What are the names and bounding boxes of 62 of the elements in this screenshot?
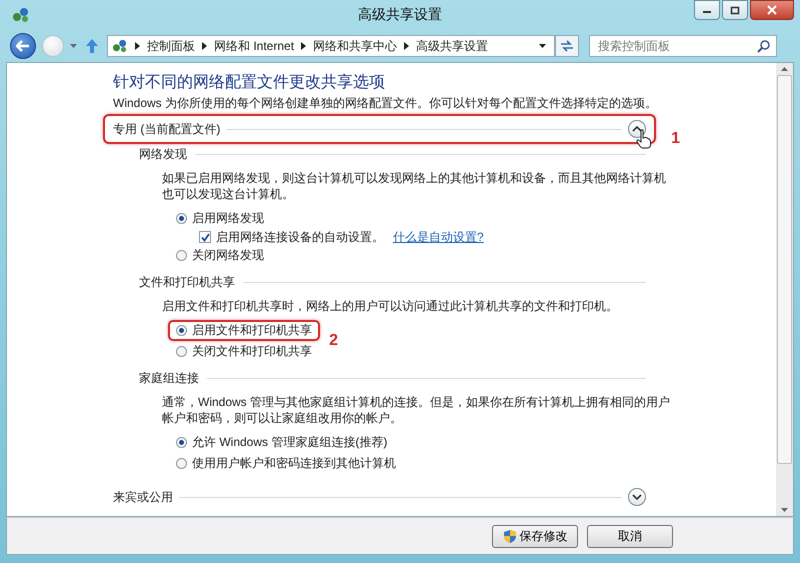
radio-button[interactable] — [176, 437, 187, 448]
section-description: 如果已启用网络发现，则这台计算机可以发现网络上的其他计算机和设备，而且其他网络计算机也可以发现这台计算机。 — [162, 170, 667, 202]
radio-button[interactable] — [176, 458, 187, 469]
radio-button[interactable] — [176, 213, 187, 224]
section-title: 网络发现 — [139, 146, 187, 163]
section-title: 家庭组连接 — [139, 370, 199, 387]
caret-icon[interactable] — [539, 44, 546, 48]
network-icon — [12, 7, 30, 23]
option-label[interactable]: 启用网络发现 — [192, 210, 264, 227]
section-description: 启用文件和打印机共享时，网络上的用户可以访问通过此计算机共享的文件和打印机。 — [162, 298, 619, 314]
hand-cursor-icon — [636, 129, 652, 149]
scrollbar[interactable] — [776, 63, 793, 516]
left-arrow-icon — [16, 40, 30, 52]
checkbox[interactable] — [199, 231, 211, 243]
section-title: 文件和打印机共享 — [139, 274, 235, 291]
search-icon — [757, 40, 770, 53]
annotation-number: 2 — [329, 332, 338, 350]
breadcrumb-item[interactable]: 网络和共享中心 — [313, 38, 398, 54]
chevron-icon[interactable] — [301, 42, 306, 50]
breadcrumb-item[interactable]: 网络和 Internet — [214, 38, 294, 54]
section-description: 通常，Windows 管理与其他家庭组计算机的连接。但是，如果你在所有计算机上拥有相同的用户帐户和密码，则可以让家庭组改用你的帐户。 — [162, 394, 671, 426]
refresh-button[interactable] — [555, 35, 579, 57]
chevron-icon[interactable] — [404, 42, 410, 50]
cancel-button[interactable]: 取消 — [587, 524, 673, 548]
radio-button[interactable] — [176, 346, 187, 357]
page-heading: 针对不同的网络配置文件更改共享选项 — [113, 73, 386, 93]
close-button[interactable] — [750, 0, 794, 20]
minimize-button[interactable] — [694, 0, 720, 20]
chevron-icon[interactable] — [202, 42, 207, 50]
option-label[interactable]: 关闭网络发现 — [192, 247, 264, 264]
help-link[interactable]: 什么是自动设置? — [393, 228, 484, 246]
maximize-icon — [730, 6, 740, 14]
profile-title[interactable]: 专用 (当前配置文件) — [113, 120, 220, 138]
scrollbar-thumb[interactable] — [777, 75, 792, 464]
chevron-icon[interactable] — [135, 42, 140, 50]
window-title: 高级共享设置 — [357, 6, 443, 24]
profile-title[interactable]: 来宾或公用 — [113, 488, 173, 506]
expand-toggle-button[interactable] — [628, 488, 646, 506]
option-label[interactable]: 启用文件和打印机共享 — [192, 322, 312, 339]
breadcrumb-item[interactable]: 高级共享设置 — [416, 38, 488, 54]
option-label[interactable]: 关闭文件和打印机共享 — [192, 343, 312, 360]
option-label[interactable]: 允许 Windows 管理家庭组连接(推荐) — [192, 434, 388, 451]
expand-toggle-button[interactable] — [628, 120, 646, 138]
address-bar[interactable]: 控制面板 网络和 Internet 网络和共享中心 高级共享设置 — [107, 35, 555, 57]
maximize-button[interactable] — [722, 0, 748, 20]
chevron-down-icon — [632, 494, 642, 500]
scroll-up-icon[interactable] — [781, 67, 788, 71]
annotation-number: 1 — [671, 130, 680, 148]
chevron-up-icon — [632, 126, 642, 132]
option-label[interactable]: 启用网络连接设备的自动设置。 — [216, 228, 384, 246]
back-button[interactable] — [10, 33, 36, 59]
save-button[interactable]: 保存修改 — [492, 524, 578, 548]
radio-button[interactable] — [176, 325, 187, 336]
close-icon — [767, 5, 777, 15]
option-label[interactable]: 使用用户帐户和密码连接到其他计算机 — [192, 455, 396, 472]
scroll-down-icon[interactable] — [781, 508, 788, 512]
radio-button[interactable] — [176, 250, 187, 261]
search-field[interactable]: 搜索控制面板 — [589, 35, 777, 57]
refresh-icon — [559, 39, 575, 53]
network-icon — [112, 39, 128, 53]
breadcrumb-item[interactable]: 控制面板 — [147, 38, 195, 54]
description-text: Windows 为你所使用的每个网络创建单独的网络配置文件。你可以针对每个配置文件选择特定的选项。 — [113, 95, 658, 111]
